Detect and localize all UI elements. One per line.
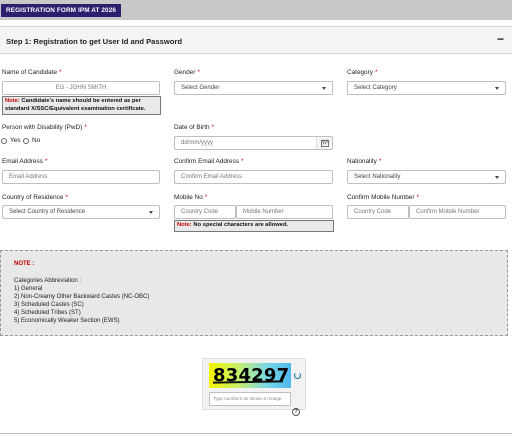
mobile-number-input[interactable]: Mobile Number [236,205,333,219]
pwd-label: Person with Disability (PwD) * [2,124,87,131]
notice-heading: Categories Abbreviation : [14,278,82,284]
form-title-badge: REGISTRATION FORM IPM AT 2026 [1,4,122,17]
category-select[interactable]: Select Category [347,81,506,95]
confirm-mobile-country-code-input[interactable]: Country Code [347,205,409,219]
top-bar: REGISTRATION FORM IPM AT 2026 [0,0,512,20]
confirm-email-input[interactable]: Confirm Email Address [174,170,333,184]
dob-input[interactable]: dd/mm/yyyy [174,136,333,150]
email-input[interactable]: Email Address [2,170,160,184]
captcha-image: 834297 [209,363,291,388]
pwd-yes-radio[interactable] [1,138,7,144]
country-select[interactable]: Select Country of Residence [2,205,160,219]
pwd-no-radio[interactable] [23,138,29,144]
notice-item: 3) Scheduled Castes (SC) [14,302,84,308]
email-label: Email Address * [2,158,48,165]
category-label: Category * [347,69,378,76]
chevron-down-icon [149,211,153,214]
confirm-mobile-label: Confirm Mobile Number * [347,194,419,201]
notice-item: 2) Non-Creamy Other Backward Castes (NC-… [14,294,150,300]
mobile-note: Note: No special characters are allowed. [174,220,334,232]
notice-item: 4) Scheduled Tribes (ST) [14,310,81,316]
pwd-no-label: No [32,137,41,144]
pwd-yes-label: Yes [10,137,21,144]
name-note: Note: Candidate's name should be entered… [2,96,161,116]
help-icon[interactable]: ? [292,408,300,416]
name-label: Name of Candidate * [2,69,62,76]
mobile-country-code-input[interactable]: Country Code [174,205,236,219]
chevron-down-icon [495,176,499,179]
collapse-icon[interactable]: − [497,33,504,45]
confirm-email-label: Confirm Email Address * [174,158,244,165]
chevron-down-icon [322,87,326,90]
gender-label: Gender * [174,69,200,76]
notice-item: 1) General [14,286,43,292]
refresh-icon[interactable] [294,372,301,379]
step-panel-header[interactable]: Step 1: Registration to get User Id and … [0,26,512,54]
category-notice: NOTE : Categories Abbreviation : 1) Gene… [0,250,508,336]
notice-title: NOTE : [14,261,35,267]
step-title: Step 1: Registration to get User Id and … [6,37,182,46]
divider [0,433,512,434]
chevron-down-icon [495,87,499,90]
dob-label: Date of Birth * [174,124,215,131]
captcha-input[interactable]: Type numbers as shown in image [209,392,291,406]
notice-item: 5) Economically Weaker Section (EWS) [14,318,120,324]
nationality-select[interactable]: Select Nationality [347,170,506,184]
gender-select[interactable]: Select Gender [174,81,333,95]
captcha-card: 834297 Type numbers as shown in image [202,358,306,410]
name-input[interactable]: EG - JOHN SMITH [2,81,160,95]
calendar-icon[interactable] [316,137,332,149]
nationality-label: Nationality * [347,158,382,165]
confirm-mobile-number-input[interactable]: Confirm Mobile Number [409,205,506,219]
country-label: Country of Residence * [2,194,68,201]
mobile-label: Mobile No * [174,194,208,201]
